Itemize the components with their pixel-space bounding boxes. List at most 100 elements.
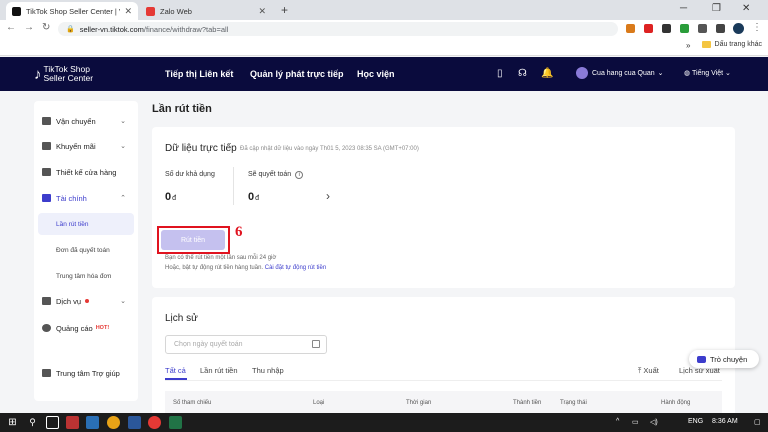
- side-panel-icon[interactable]: [716, 24, 725, 33]
- chrome-icon[interactable]: [107, 416, 120, 429]
- folder-icon: [701, 41, 711, 48]
- settlement-date-picker[interactable]: Chọn ngày quyết toán: [165, 335, 327, 354]
- sidebar-item-promotions[interactable]: Khuyến mãi ⌄: [42, 138, 134, 154]
- settlement-label-wrap: Sẽ quyết toán i: [248, 171, 304, 179]
- column-header-action: Hành động: [661, 400, 691, 406]
- sidebar-item-label: Thiết kế cửa hàng: [56, 167, 117, 177]
- bookmark-folder-label: Dấu trang khác: [714, 41, 762, 48]
- tray-chevron-icon[interactable]: ^: [616, 418, 619, 425]
- tiktok-favicon-icon: [12, 6, 21, 16]
- logo-line-2: Seller Center: [43, 73, 94, 83]
- chevron-down-icon: ⌄: [120, 298, 126, 305]
- date-picker-placeholder: Chọn ngày quyết toán: [174, 341, 243, 348]
- settlement-value: 0đ: [248, 191, 259, 203]
- windows-taskbar: ⊞ ⚲ ^ ▭ ◁) ENG 8:36 AM ▢: [0, 413, 768, 432]
- search-icon[interactable]: ⚲: [26, 416, 39, 429]
- tab-all[interactable]: Tất cả: [165, 366, 186, 375]
- sidebar-item-shipping[interactable]: Vận chuyển ⌄: [42, 113, 134, 129]
- chat-button[interactable]: Trò chuyện: [689, 350, 759, 368]
- sidebar-subitem-settled-orders[interactable]: Đơn đã quyết toán: [38, 239, 134, 261]
- tab-title: Zalo Web: [160, 6, 192, 16]
- chat-icon: [697, 355, 706, 363]
- close-tab-icon[interactable]: ✕: [258, 6, 266, 17]
- step-annotation: 6: [235, 224, 243, 240]
- puzzle-icon[interactable]: [698, 24, 707, 33]
- network-icon[interactable]: ▭: [632, 418, 639, 426]
- hot-badge: HOT!: [95, 325, 110, 331]
- column-header-amount: Thành tiền: [513, 400, 542, 406]
- sidebar-item-services[interactable]: Dịch vụ ⌄: [42, 293, 134, 309]
- profile-avatar-icon[interactable]: [733, 23, 744, 34]
- tab-withdrawals[interactable]: Lần rút tiền: [200, 366, 238, 375]
- currency-symbol: đ: [172, 195, 177, 202]
- headset-icon[interactable]: ☊: [518, 68, 527, 79]
- sidebar-item-label: Trung tâm Trợ giúp: [56, 368, 120, 378]
- address-bar[interactable]: 🔒 seller-vn.tiktok.com /finance/withdraw…: [58, 22, 618, 36]
- reload-icon[interactable]: ↻: [42, 22, 50, 33]
- available-balance-label: Số dư khả dụng: [165, 171, 215, 178]
- services-icon: [42, 297, 51, 305]
- help-icon: [42, 369, 51, 377]
- column-header-type: Loại: [313, 400, 325, 406]
- extension-icon[interactable]: [662, 24, 671, 33]
- tab-zalo-web[interactable]: Zalo Web ✕: [140, 2, 272, 20]
- bell-icon[interactable]: 🔔: [541, 68, 553, 79]
- nav-academy[interactable]: Học viện: [357, 69, 395, 79]
- more-bookmarks-icon[interactable]: »: [686, 41, 690, 50]
- chevron-right-icon[interactable]: ›: [326, 189, 330, 203]
- settlement-label: Sẽ quyết toán: [248, 171, 292, 178]
- nav-affiliate-marketing[interactable]: Tiếp thị Liên kết: [165, 69, 233, 79]
- input-language[interactable]: ENG: [688, 418, 703, 425]
- auto-withdraw-note: Hoặc, bật tự động rút tiền hàng tuần. Cà…: [165, 265, 326, 271]
- task-view-icon[interactable]: [46, 416, 59, 429]
- close-tab-icon[interactable]: ✕: [124, 6, 132, 17]
- maximize-icon[interactable]: ❐: [712, 3, 721, 14]
- close-window-icon[interactable]: ✕: [742, 3, 750, 14]
- sidebar-subitem-label: Trung tâm hóa đơn: [56, 272, 112, 280]
- bookmark-folder-other[interactable]: Dấu trang khác: [701, 41, 762, 48]
- word-icon[interactable]: [128, 416, 141, 429]
- windows-start-icon[interactable]: ⊞: [6, 416, 19, 429]
- clock[interactable]: 8:36 AM: [712, 418, 738, 425]
- nav-live-management[interactable]: Quản lý phát trực tiếp: [250, 69, 344, 79]
- tiktok-shop-logo[interactable]: ♪ TikTok Shop Seller Center: [34, 65, 93, 83]
- wallet-icon: [42, 194, 51, 202]
- sidebar-item-label: Dịch vụ: [56, 296, 82, 306]
- info-icon[interactable]: i: [295, 171, 304, 179]
- app-icon[interactable]: [86, 416, 99, 429]
- last-updated-text: Đã cập nhật dữ liệu vào ngày Th01 5, 202…: [240, 146, 419, 152]
- available-balance-value: 0đ: [165, 191, 176, 203]
- back-icon[interactable]: ←: [6, 22, 16, 33]
- column-header-reference: Số tham chiếu: [173, 400, 212, 406]
- sidebar-item-store-design[interactable]: Thiết kế cửa hàng: [42, 164, 134, 180]
- globe-icon: ◍: [684, 70, 691, 77]
- tab-tiktok-seller-center[interactable]: TikTok Shop Seller Center | Vietn ✕: [6, 2, 138, 20]
- sidebar-item-help-center[interactable]: Trung tâm Trợ giúp: [42, 365, 134, 381]
- app-icon[interactable]: [66, 416, 79, 429]
- forward-icon[interactable]: →: [24, 22, 34, 33]
- phone-icon[interactable]: ▯: [497, 68, 503, 79]
- withdraw-button[interactable]: Rút tiền: [161, 230, 225, 250]
- extension-icon[interactable]: [626, 24, 635, 33]
- auto-withdraw-settings-link[interactable]: Cài đặt tự động rút tiền: [265, 265, 326, 271]
- sidebar-subitem-withdrawals[interactable]: Lần rút tiền: [38, 213, 134, 235]
- language-selector[interactable]: ◍ Tiếng Việt ⌄: [684, 69, 731, 77]
- extension-icon[interactable]: [680, 24, 689, 33]
- export-button[interactable]: ⤒ Xuất: [638, 366, 659, 376]
- tab-income[interactable]: Thu nhập: [252, 366, 284, 375]
- browser-tab-strip: TikTok Shop Seller Center | Vietn ✕ Zalo…: [0, 0, 768, 20]
- notification-icon[interactable]: ▢: [754, 418, 761, 426]
- volume-icon[interactable]: ◁): [650, 418, 658, 426]
- new-tab-button[interactable]: +: [281, 3, 288, 17]
- excel-icon[interactable]: [169, 416, 182, 429]
- seller-center-header: ♪ TikTok Shop Seller Center Tiếp thị Liê…: [0, 57, 768, 91]
- sidebar-subitem-invoice-center[interactable]: Trung tâm hóa đơn: [38, 265, 134, 287]
- extension-icon[interactable]: [644, 24, 653, 33]
- sidebar-item-ads[interactable]: Quảng cáo HOT!: [42, 320, 134, 336]
- browser-menu-icon[interactable]: ⋮: [752, 22, 762, 33]
- sidebar-item-finance[interactable]: Tài chính ⌃: [42, 190, 134, 206]
- shop-account-menu[interactable]: Cua hang cua Quan ⌄: [576, 67, 664, 79]
- minimize-icon[interactable]: ─: [680, 3, 687, 14]
- app-icon[interactable]: [148, 416, 161, 429]
- live-data-title: Dữ liệu trực tiếp: [165, 143, 237, 154]
